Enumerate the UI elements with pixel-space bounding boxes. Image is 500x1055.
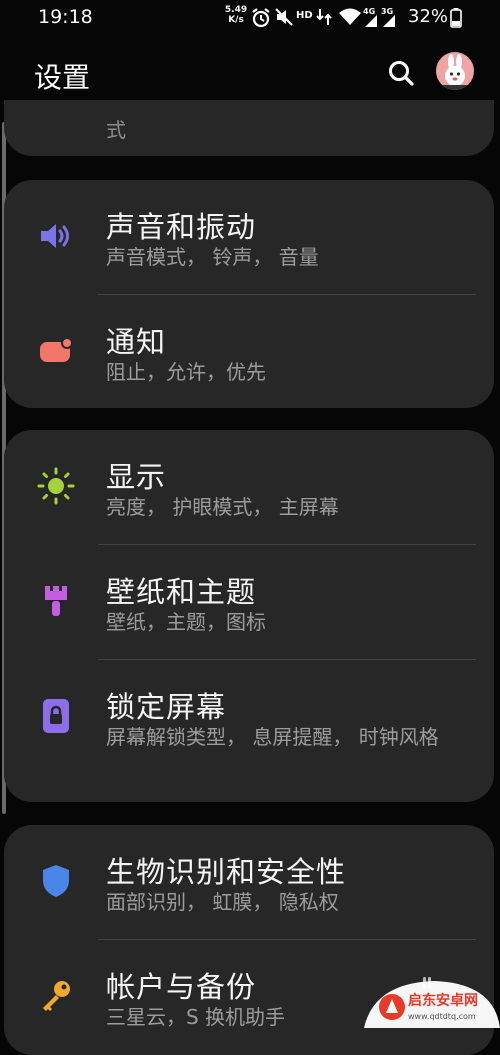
paintbrush-icon [36, 581, 76, 621]
settings-group-sound-notifications: 声音和振动 声音模式， 铃声， 音量 通知 阻止，允许，优先 [4, 180, 494, 408]
status-bar: 19:18 5.49 K/s HD 4G 3G 32% [0, 0, 500, 36]
key-icon [36, 976, 76, 1016]
item-title: 生物识别和安全性 [106, 855, 347, 889]
shield-icon [36, 861, 76, 901]
network-speed-unit: K/s [228, 15, 244, 25]
item-title: 帐户与备份 [106, 970, 257, 1004]
item-title: 壁纸和主题 [106, 575, 257, 609]
item-subtitle: 阻止，允许，优先 [106, 360, 266, 384]
settings-item-wallpapers-themes[interactable]: 壁纸和主题 壁纸，主题，图标 [4, 545, 494, 660]
search-icon[interactable] [386, 58, 416, 88]
alarm-icon [252, 8, 270, 28]
hd-label: HD [296, 10, 313, 21]
item-subtitle: 壁纸，主题，图标 [106, 610, 266, 634]
site-watermark: 启东安卓网 www.qdtdtq.com [364, 981, 500, 1028]
brightness-icon [36, 466, 76, 506]
network-speed: 5.49 K/s [224, 5, 248, 25]
signal-4g-icon [365, 15, 377, 27]
mute-icon [275, 8, 293, 26]
network-speed-value: 5.49 [224, 5, 248, 15]
settings-item-lock-screen[interactable]: 锁定屏幕 屏幕解锁类型， 息屏提醒， 时钟风格 [4, 660, 494, 802]
lock-icon [36, 696, 76, 736]
settings-group-display: 显示 亮度， 护眼模式， 主屏幕 壁纸和主题 壁纸，主题，图标 锁定屏幕 屏幕解… [4, 430, 494, 802]
settings-item-sound-vibration[interactable]: 声音和振动 声音模式， 铃声， 音量 [4, 180, 494, 295]
item-title: 显示 [106, 460, 167, 494]
signal-3g-icon [383, 15, 395, 27]
item-subtitle: 声音模式， 铃声， 音量 [106, 245, 319, 269]
partial-settings-card[interactable]: 式 [4, 100, 494, 156]
data-saver-icon [316, 9, 332, 25]
item-title: 锁定屏幕 [106, 690, 227, 724]
settings-item-biometrics-security[interactable]: 生物识别和安全性 面部识别， 虹膜， 隐私权 [4, 825, 494, 940]
bunny-avatar-icon [442, 54, 468, 90]
watermark-url: www.qdtdtq.com [408, 1012, 476, 1021]
speaker-icon [36, 216, 76, 256]
battery-percent: 32% [408, 6, 449, 27]
item-title: 声音和振动 [106, 210, 257, 244]
item-subtitle: 面部识别， 虹膜， 隐私权 [106, 890, 339, 914]
notification-icon [36, 331, 76, 371]
item-subtitle: 亮度， 护眼模式， 主屏幕 [106, 495, 339, 519]
item-subtitle: 屏幕解锁类型， 息屏提醒， 时钟风格 [106, 725, 439, 749]
partial-item-text: 式 [106, 118, 126, 142]
settings-item-display[interactable]: 显示 亮度， 护眼模式， 主屏幕 [4, 430, 494, 545]
page-title: 设置 [34, 61, 91, 94]
battery-icon [450, 8, 462, 28]
status-time: 19:18 [38, 6, 93, 28]
avatar[interactable] [436, 52, 474, 90]
watermark-name: 启东安卓网 [408, 992, 478, 1009]
item-title: 通知 [106, 325, 167, 359]
settings-item-notifications[interactable]: 通知 阻止，允许，优先 [4, 295, 494, 408]
wifi-icon [339, 8, 361, 25]
